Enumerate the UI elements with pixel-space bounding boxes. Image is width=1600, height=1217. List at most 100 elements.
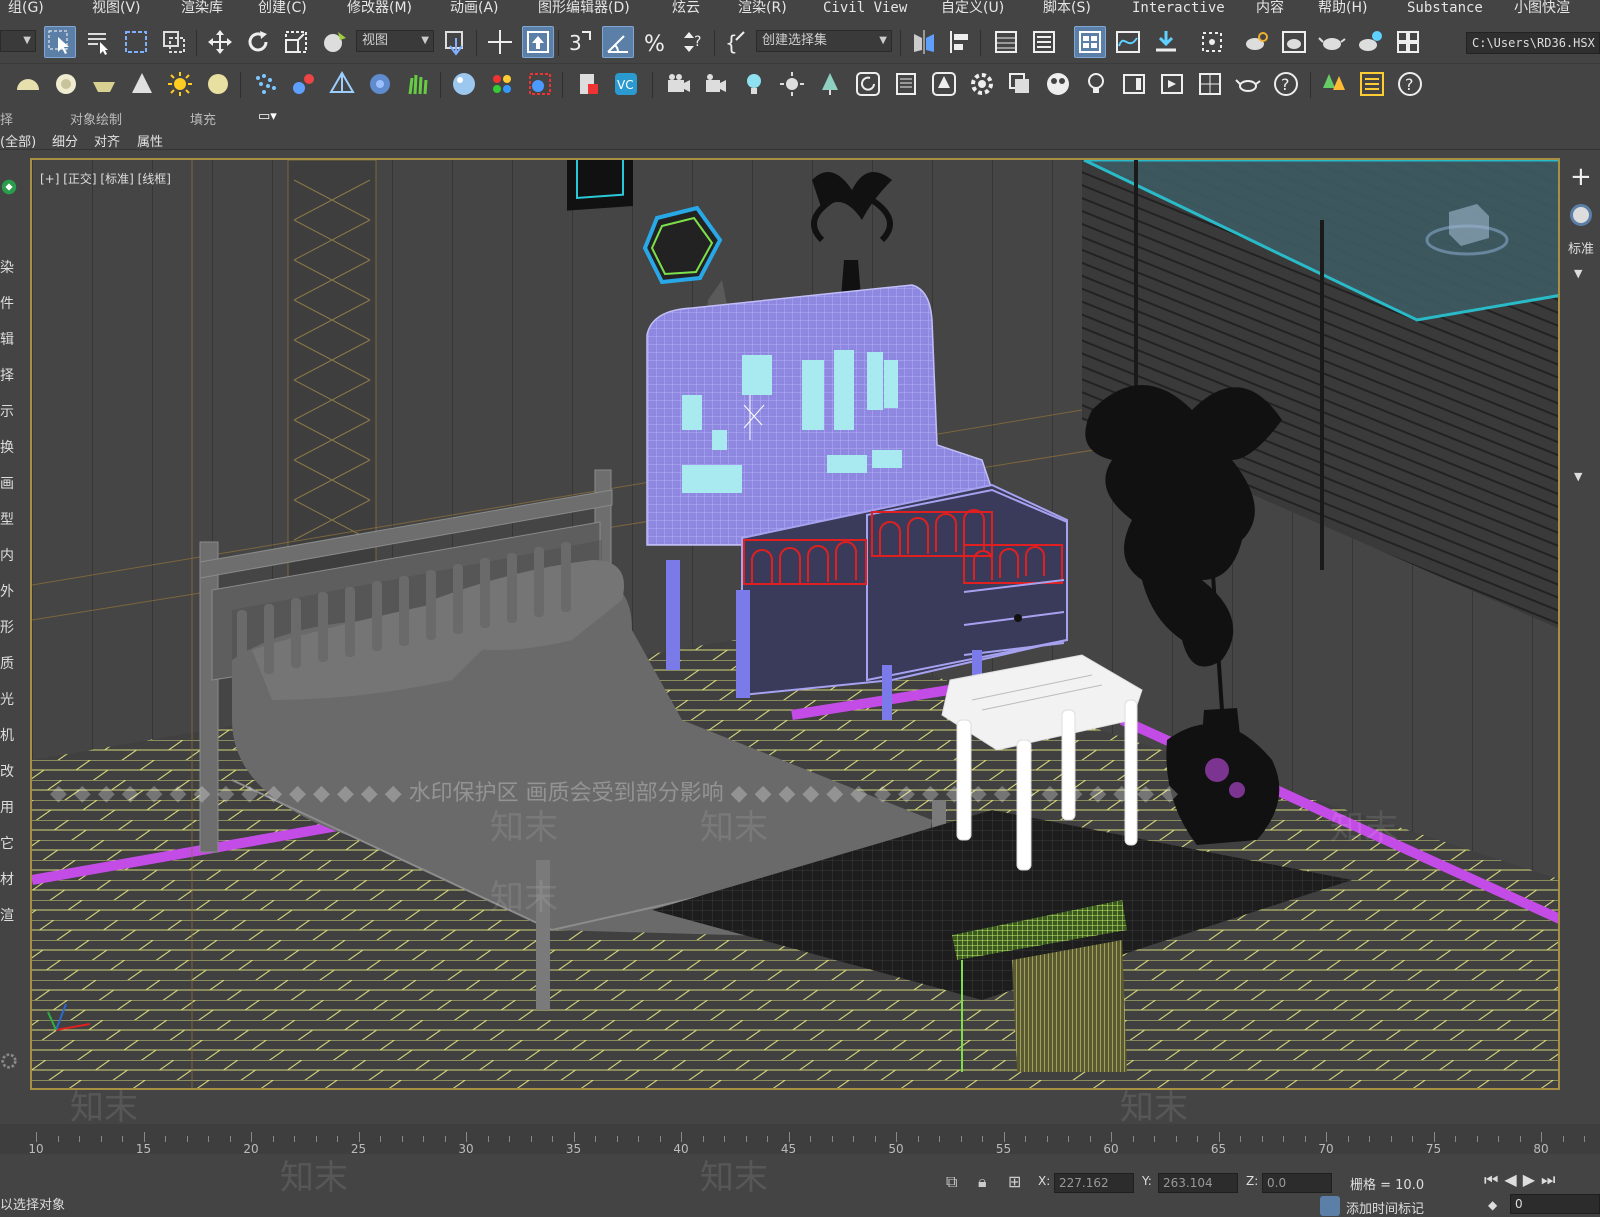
tab-subdivision[interactable]: 细分 bbox=[52, 131, 78, 150]
render-active-button[interactable] bbox=[1354, 26, 1386, 58]
cone-button[interactable] bbox=[126, 68, 158, 100]
menu-animation[interactable]: 动画(A) bbox=[450, 0, 499, 17]
menu-help[interactable]: 帮助(H) bbox=[1318, 0, 1367, 17]
left-strip-item-15[interactable]: 用 bbox=[0, 797, 20, 817]
pyramid-button[interactable] bbox=[326, 68, 358, 100]
sun-light-2-button[interactable] bbox=[776, 68, 808, 100]
left-strip-item-18[interactable]: 渲 bbox=[0, 905, 20, 925]
key-mode-icon[interactable]: ◆ bbox=[1488, 1198, 1497, 1212]
place-button[interactable] bbox=[318, 26, 350, 58]
menu-graph-editors[interactable]: 图形编辑器(D) bbox=[538, 0, 630, 17]
trees-button[interactable] bbox=[1318, 68, 1350, 100]
edit-named-sets-button[interactable]: { bbox=[720, 26, 752, 58]
vray-button[interactable]: VC bbox=[610, 68, 642, 100]
left-strip-item-7[interactable]: 型 bbox=[0, 509, 20, 529]
cog-button[interactable] bbox=[966, 68, 998, 100]
reference-coord-dropdown[interactable]: 视图 ▼ bbox=[356, 30, 434, 52]
create-tab-plus-icon[interactable]: + bbox=[1570, 162, 1592, 192]
hemisphere-button[interactable] bbox=[12, 68, 44, 100]
select-manipulate-button[interactable] bbox=[484, 26, 516, 58]
window-crossing-button[interactable] bbox=[158, 26, 190, 58]
frame-grid-button[interactable] bbox=[1194, 68, 1226, 100]
move-button[interactable] bbox=[204, 26, 236, 58]
render-setup-button[interactable] bbox=[1240, 26, 1272, 58]
ribbon-options-icon[interactable]: ▭▾ bbox=[258, 109, 277, 124]
percent-snap-button[interactable]: % bbox=[640, 26, 672, 58]
window-button[interactable] bbox=[1118, 68, 1150, 100]
torus-button[interactable] bbox=[50, 68, 82, 100]
menu-modifiers[interactable]: 修改器(M) bbox=[347, 0, 412, 17]
left-strip-item-5[interactable]: 换 bbox=[0, 437, 20, 457]
time-ruler[interactable]: 10 15 20 25 30 35 40 45 50 55 60 65 70 75 80 bbox=[0, 1124, 1600, 1156]
angle-snap-button[interactable] bbox=[602, 26, 634, 58]
menu-civil-view[interactable]: Civil View bbox=[823, 0, 907, 17]
select-by-name-button[interactable] bbox=[82, 26, 114, 58]
help-button[interactable]: ? bbox=[1270, 68, 1302, 100]
left-strip-item-3[interactable]: 择 bbox=[0, 365, 20, 385]
add-time-tag-button[interactable]: 添加时间标记 bbox=[1346, 1198, 1424, 1217]
z-coord-field[interactable]: 0.0 bbox=[1262, 1173, 1332, 1193]
curve-editor-button[interactable] bbox=[1112, 26, 1144, 58]
left-strip-item-4[interactable]: 示 bbox=[0, 401, 20, 421]
bowl-button[interactable] bbox=[88, 68, 120, 100]
ribbon-toggle-button[interactable] bbox=[1074, 26, 1106, 58]
left-strip-item-0[interactable]: 染 bbox=[0, 257, 20, 277]
tree-box-button[interactable] bbox=[928, 68, 960, 100]
menu-interactive[interactable]: Interactive bbox=[1132, 0, 1225, 17]
lock-icon[interactable]: 🔒︎ bbox=[978, 1172, 987, 1192]
prev-frame-icon[interactable]: ◀ bbox=[1504, 1170, 1522, 1189]
rect-selection-button[interactable] bbox=[120, 26, 152, 58]
ribbon-label-object-paint[interactable]: 对象绘制 bbox=[70, 109, 122, 128]
play-icon[interactable]: ▶ bbox=[1523, 1170, 1541, 1189]
left-strip-item-1[interactable]: 件 bbox=[0, 293, 20, 313]
schematic-view-button[interactable] bbox=[1150, 26, 1182, 58]
quick-render-grid-button[interactable] bbox=[1392, 26, 1424, 58]
left-strip-item-17[interactable]: 材 bbox=[0, 869, 20, 889]
mirror-button[interactable] bbox=[908, 26, 940, 58]
menu-render-library[interactable]: 渲染库 bbox=[181, 0, 223, 17]
scale-button[interactable] bbox=[280, 26, 312, 58]
viewport-perspective[interactable]: [+] [正交] [标准] [线框] bbox=[30, 158, 1560, 1090]
project-path-field[interactable]: C:\Users\RD36.HSX bbox=[1466, 32, 1600, 54]
sun-light-button[interactable] bbox=[164, 68, 196, 100]
keyboard-shortcut-button[interactable] bbox=[522, 26, 554, 58]
snaps-toggle-button[interactable]: 3 bbox=[564, 26, 596, 58]
current-frame-field[interactable]: 0 bbox=[1510, 1194, 1600, 1214]
layers-box-button[interactable] bbox=[1004, 68, 1036, 100]
time-tag-icon[interactable] bbox=[1320, 1196, 1340, 1216]
document-button[interactable] bbox=[890, 68, 922, 100]
menu-create[interactable]: 创建(C) bbox=[258, 0, 307, 17]
left-strip-item-9[interactable]: 外 bbox=[0, 581, 20, 601]
tab-all[interactable]: (全部) bbox=[0, 131, 36, 150]
pivot-button[interactable] bbox=[440, 26, 472, 58]
menu-view[interactable]: 视图(V) bbox=[92, 0, 141, 17]
logo-icon[interactable] bbox=[0, 178, 20, 200]
list-box-button[interactable] bbox=[1356, 68, 1388, 100]
y-coord-field[interactable]: 263.104 bbox=[1158, 1173, 1238, 1193]
rendered-frame-window-button[interactable] bbox=[1278, 26, 1310, 58]
settings-gear-icon[interactable] bbox=[0, 1052, 20, 1074]
menu-rendering[interactable]: 渲染(R) bbox=[738, 0, 787, 17]
rotate-button[interactable] bbox=[242, 26, 274, 58]
viewport-label[interactable]: [+] [正交] [标准] [线框] bbox=[40, 170, 171, 187]
camera-button[interactable] bbox=[662, 68, 694, 100]
film-button[interactable] bbox=[1156, 68, 1188, 100]
menu-quick-render[interactable]: 小图快渲 bbox=[1514, 0, 1570, 17]
teapot-outline-button[interactable] bbox=[1232, 68, 1264, 100]
menu-substance[interactable]: Substance bbox=[1407, 0, 1483, 17]
render-region-button[interactable] bbox=[524, 68, 556, 100]
tree-button[interactable] bbox=[814, 68, 846, 100]
geometry-sphere-icon[interactable] bbox=[1570, 204, 1592, 226]
tab-align[interactable]: 对齐 bbox=[94, 131, 120, 150]
menu-xuanyun[interactable]: 炫云 bbox=[672, 0, 700, 17]
left-strip-item-14[interactable]: 改 bbox=[0, 761, 20, 781]
bulb-2-button[interactable] bbox=[1080, 68, 1112, 100]
named-selection-set-dropdown[interactable]: 创建选择集 ▼ bbox=[756, 30, 892, 52]
mixer-button[interactable] bbox=[1042, 68, 1074, 100]
left-strip-item-10[interactable]: 形 bbox=[0, 617, 20, 637]
sphere-button[interactable] bbox=[202, 68, 234, 100]
layer-explorer-button[interactable] bbox=[1028, 26, 1060, 58]
palette-button[interactable] bbox=[486, 68, 518, 100]
grass-button[interactable] bbox=[402, 68, 434, 100]
tab-properties[interactable]: 属性 bbox=[137, 131, 163, 150]
